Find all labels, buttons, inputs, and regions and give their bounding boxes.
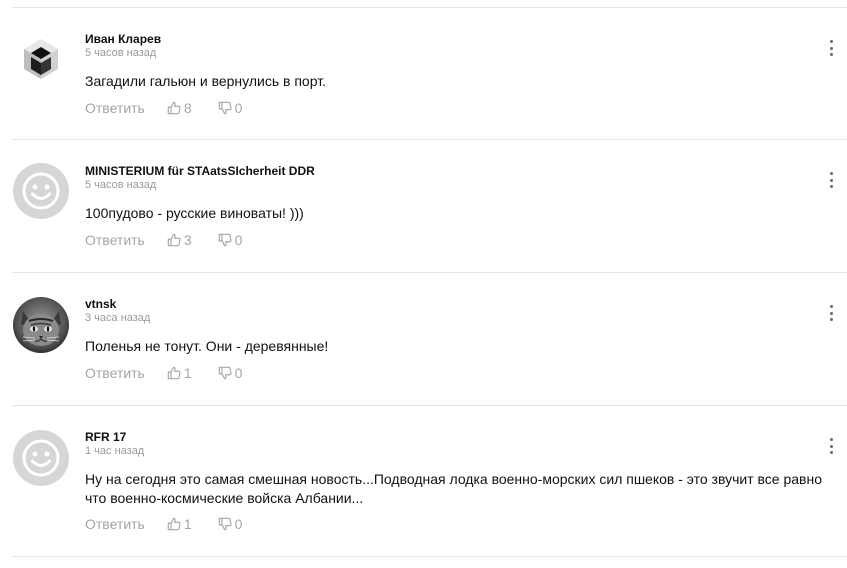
dislike-count: 0 xyxy=(234,365,243,381)
cube-logo-avatar-icon xyxy=(13,31,69,87)
reply-button[interactable]: Ответить xyxy=(85,232,145,248)
comment-author[interactable]: RFR 17 xyxy=(85,430,126,444)
thumb-up-icon xyxy=(167,366,181,380)
dislike-count: 0 xyxy=(234,100,243,116)
dislike-count: 0 xyxy=(234,232,243,248)
comment-actions: Ответить 3 0 xyxy=(85,230,242,250)
comment-time: 5 часов назад xyxy=(85,47,157,59)
default-smiley-avatar-icon xyxy=(13,430,69,486)
thumb-up-icon xyxy=(167,233,181,247)
comment-item: Иван Кларев 5 часов назад Загадили галью… xyxy=(12,8,847,140)
like-button[interactable]: 1 xyxy=(167,516,192,532)
comments-list: Иван Кларев 5 часов назад Загадили галью… xyxy=(12,7,847,557)
like-button[interactable]: 8 xyxy=(167,100,192,116)
cat-photo-avatar-icon xyxy=(13,297,69,353)
comment-item: MINISTERIUM für STAatsSIcherheit DDR 5 ч… xyxy=(12,140,847,273)
default-smiley-avatar-icon xyxy=(13,163,69,219)
like-count: 3 xyxy=(183,232,192,248)
more-options-icon[interactable] xyxy=(827,305,835,321)
avatar[interactable] xyxy=(13,430,69,486)
comment-text: Ну на сегодня это самая смешная новость.… xyxy=(85,471,823,506)
thumb-down-icon xyxy=(218,517,232,531)
comment-author[interactable]: vtnsk xyxy=(85,297,116,311)
comment-time: 1 час назад xyxy=(85,445,145,457)
dislike-button[interactable]: 0 xyxy=(218,232,243,248)
comment-actions: Ответить 1 0 xyxy=(85,363,242,383)
comment-actions: Ответить 8 0 xyxy=(85,98,242,118)
thumb-up-icon xyxy=(167,101,181,115)
comment-text: Загадили гальюн и вернулись в порт. xyxy=(85,73,326,89)
reply-button[interactable]: Ответить xyxy=(85,100,145,116)
thumb-up-icon xyxy=(167,517,181,531)
thumb-down-icon xyxy=(218,233,232,247)
comment-author[interactable]: MINISTERIUM für STAatsSIcherheit DDR xyxy=(85,164,315,178)
reply-button[interactable]: Ответить xyxy=(85,516,145,532)
comment-text: Поленья не тонут. Они - деревянные! xyxy=(85,338,329,354)
avatar[interactable] xyxy=(13,297,69,353)
like-button[interactable]: 1 xyxy=(167,365,192,381)
like-count: 1 xyxy=(183,365,192,381)
dislike-button[interactable]: 0 xyxy=(218,365,243,381)
like-button[interactable]: 3 xyxy=(167,232,192,248)
like-count: 8 xyxy=(183,100,192,116)
comment-text: 100пудово - русские виноваты! ))) xyxy=(85,205,304,221)
comment-item: vtnsk 3 часа назад Поленья не тонут. Они… xyxy=(12,273,847,406)
like-count: 1 xyxy=(183,516,192,532)
comment-item: RFR 17 1 час назад Ну на сегодня это сам… xyxy=(12,406,847,557)
comment-time: 5 часов назад xyxy=(85,179,157,191)
dislike-button[interactable]: 0 xyxy=(218,516,243,532)
comment-actions: Ответить 1 0 xyxy=(85,514,242,534)
more-options-icon[interactable] xyxy=(827,40,835,56)
avatar[interactable] xyxy=(13,31,69,87)
comment-time: 3 часа назад xyxy=(85,312,151,324)
more-options-icon[interactable] xyxy=(827,172,835,188)
dislike-button[interactable]: 0 xyxy=(218,100,243,116)
thumb-down-icon xyxy=(218,366,232,380)
reply-button[interactable]: Ответить xyxy=(85,365,145,381)
dislike-count: 0 xyxy=(234,516,243,532)
thumb-down-icon xyxy=(218,101,232,115)
comment-author[interactable]: Иван Кларев xyxy=(85,32,161,46)
more-options-icon[interactable] xyxy=(827,438,835,454)
avatar[interactable] xyxy=(13,163,69,219)
